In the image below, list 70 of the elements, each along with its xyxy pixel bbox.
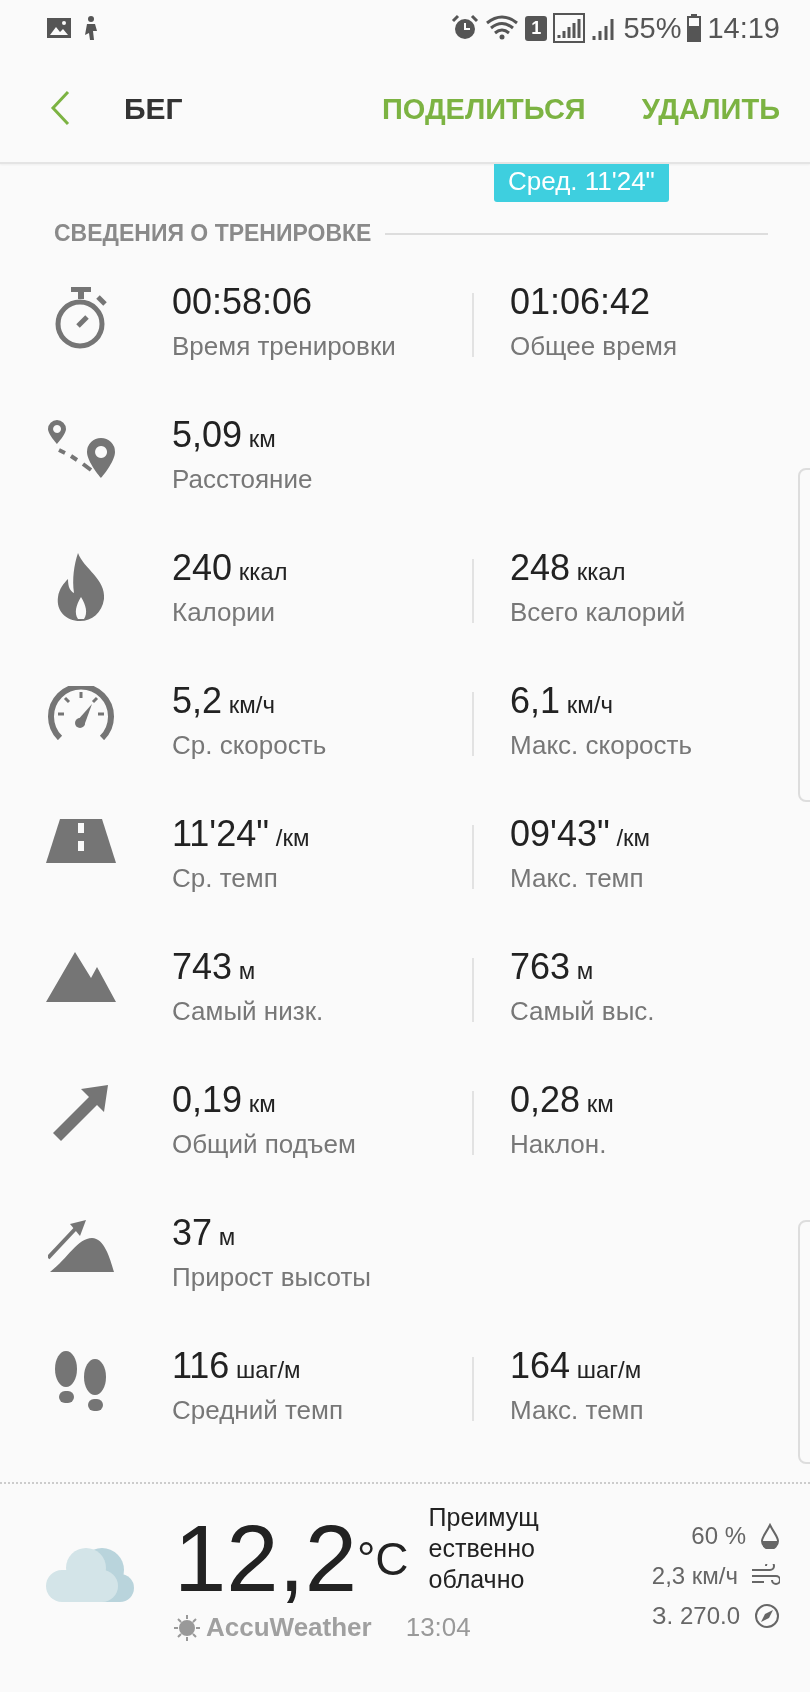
stat-label: Калории [172,597,276,628]
stat-label: Ср. скорость [172,730,327,761]
road-icon [46,819,116,863]
stat-value: 248 ккал [510,547,626,589]
stat-value: 116 шаг/м [172,1345,301,1387]
action-button[interactable]: УДАЛИТЬ [641,92,780,126]
stat-value: 11'24" /км [172,813,310,855]
weather-condition: Преимущ [428,1502,539,1533]
stat-label: Макс. темп [510,1395,644,1426]
stat-value: 37 м [172,1212,236,1254]
stat-label: Ср. темп [172,863,278,894]
stat-label: Самый выс. [510,996,655,1027]
figure-icon [82,15,100,41]
image-icon [46,17,72,39]
weather-detail: З. 270.0 [652,1602,740,1630]
provider-logo: AccuWeather [206,1612,372,1643]
cloud-icon [46,1546,134,1602]
stat-label: Прирост высоты [172,1262,371,1293]
stat-label: Макс. скорость [510,730,693,761]
temperature: 12,2 [174,1512,357,1606]
weather-detail: 60 % [691,1522,746,1550]
drop-icon [760,1523,780,1549]
alarm-icon [451,14,480,42]
stat-value: 5,2 км/ч [172,680,275,722]
stat-label: Самый низк. [172,996,324,1027]
stat-value: 0,28 км [510,1079,614,1121]
clock: 14:19 [707,11,780,45]
stat-value: 01:06:42 [510,281,651,323]
weather-time: 13:04 [405,1612,471,1643]
weather-detail: 2,3 км/ч [651,1562,738,1590]
temperature-unit: °C [356,1532,409,1586]
average-pace-badge: Сред. 11'24" [494,164,669,202]
stat-label: Средний темп [172,1395,343,1426]
stopwatch-icon [53,287,109,349]
sun-icon [174,1614,200,1641]
stat-value: 240 ккал [172,547,288,589]
speedometer-icon [48,686,114,740]
stat-value: 743 м [172,946,256,988]
section-title: СВЕДЕНИЯ О ТРЕНИРОВКЕ [54,220,372,247]
stat-value: 09'43" /км [510,813,651,855]
stat-value: 5,09 км [172,414,276,456]
mountain-icon [46,952,116,1002]
weather-condition: ественно [428,1533,536,1564]
stat-value: 0,19 км [172,1079,276,1121]
flame-icon [56,553,106,621]
stat-value: 6,1 км/ч [510,680,613,722]
battery-icon [687,14,702,42]
wind-icon [752,1564,780,1588]
stat-label: Расстояние [172,464,313,495]
battery-percent: 55% [623,11,682,45]
sim-badge: 1 [525,15,548,41]
elevation-gain-icon [48,1218,114,1272]
weather-condition: облачно [428,1564,526,1595]
stat-label: Время тренировки [172,331,396,362]
back-button[interactable] [48,90,72,128]
arrow-icon [53,1085,109,1141]
screen-title: БЕГ [124,92,184,126]
stat-label: Общий подъем [172,1129,356,1160]
wifi-icon [485,15,520,41]
stat-label: Общее время [510,331,678,362]
stat-label: Всего калорий [510,597,686,628]
stat-label: Макс. темп [510,863,644,894]
stat-label: Наклон. [510,1129,607,1160]
signal-icon [553,13,586,43]
compass-icon [754,1603,780,1629]
stat-value: 763 м [510,946,594,988]
stat-value: 00:58:06 [172,281,313,323]
footprints-icon [53,1351,109,1413]
action-button[interactable]: ПОДЕЛИТЬСЯ [381,92,586,126]
stat-value: 164 шаг/м [510,1345,642,1387]
